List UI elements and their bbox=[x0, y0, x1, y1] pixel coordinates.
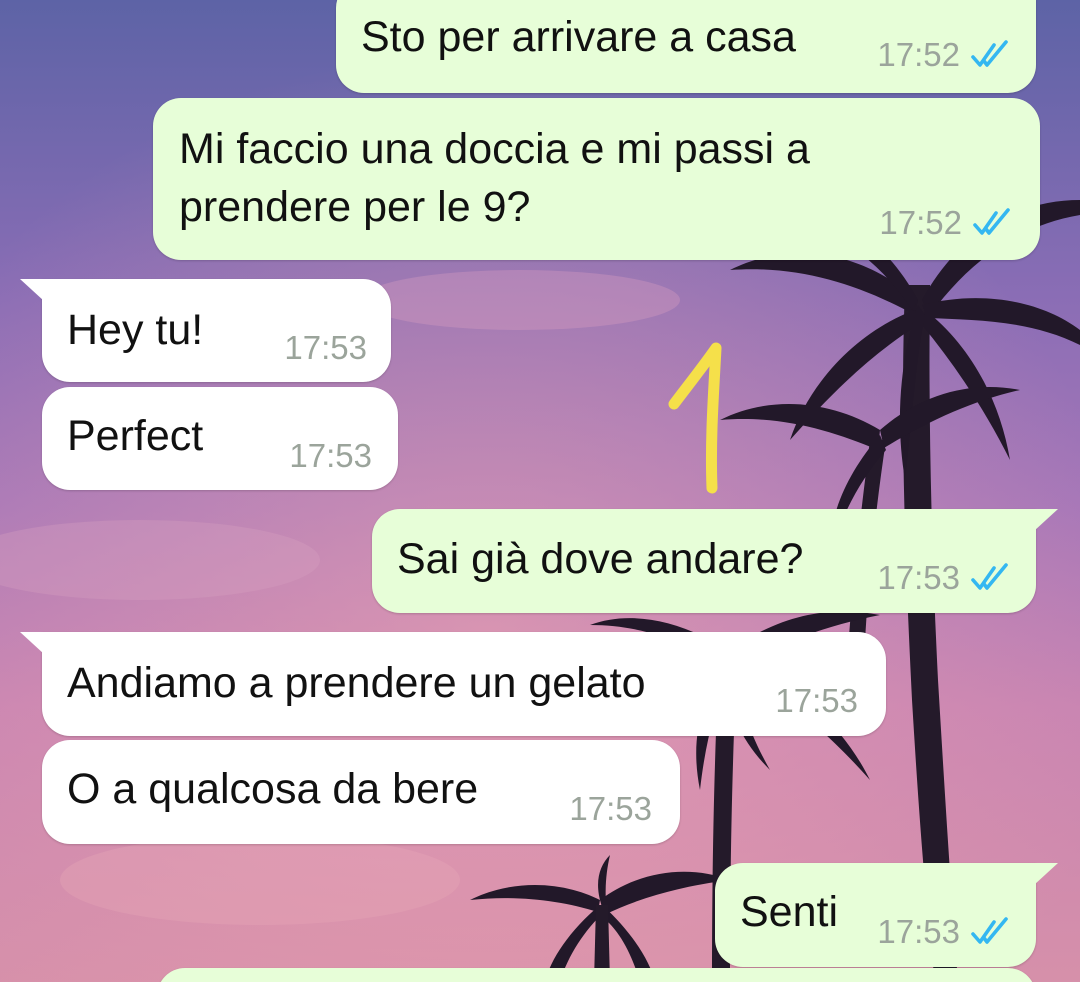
message-time: 17:53 bbox=[289, 437, 372, 474]
message-bubble-incoming[interactable]: Perfect 17:53 bbox=[42, 387, 398, 490]
message-text: Andiamo a prendere un gelato bbox=[67, 659, 646, 707]
message-bubble-outgoing[interactable]: Mi faccio una doccia e mi passi a prende… bbox=[153, 98, 1040, 260]
message-text: Sto per arrivare a casa bbox=[361, 13, 796, 61]
message-meta: 17:53 bbox=[289, 437, 372, 475]
message-bubble-outgoing[interactable]: Sto per arrivare a casa 17:52 bbox=[336, 0, 1058, 93]
message-bubble-outgoing[interactable]: Senti 17:53 bbox=[715, 863, 1058, 967]
double-check-read-icon bbox=[971, 917, 1008, 944]
double-check-read-icon bbox=[971, 563, 1008, 590]
message-meta: 17:52 bbox=[879, 204, 1018, 242]
message-meta: 17:53 bbox=[877, 559, 1016, 597]
message-time: 17:53 bbox=[569, 790, 652, 827]
message-text: Mi faccio una doccia e mi passi a prende… bbox=[179, 125, 810, 231]
message-bubble-incoming[interactable]: O a qualcosa da bere 17:53 bbox=[42, 740, 680, 844]
message-bubble-incoming[interactable]: Hey tu! 17:53 bbox=[20, 279, 391, 382]
message-text: Hey tu! bbox=[67, 306, 204, 354]
message-meta: 17:53 bbox=[877, 913, 1016, 951]
message-time: 17:53 bbox=[284, 329, 367, 366]
message-text: Senti bbox=[740, 888, 839, 936]
double-check-read-icon bbox=[971, 40, 1008, 67]
annotation-mark bbox=[668, 342, 722, 494]
message-meta: 17:52 bbox=[877, 36, 1016, 74]
message-bubble-outgoing[interactable]: Sai già dove andare? 17:53 bbox=[372, 509, 1058, 613]
message-time: 17:53 bbox=[877, 913, 960, 950]
message-bubble-outgoing-partial[interactable] bbox=[157, 968, 1036, 982]
message-text: Perfect bbox=[67, 412, 204, 460]
message-text: O a qualcosa da bere bbox=[67, 765, 479, 813]
message-bubble-incoming[interactable]: Andiamo a prendere un gelato 17:53 bbox=[20, 632, 886, 736]
message-time: 17:53 bbox=[877, 559, 960, 596]
annotation-number-one bbox=[660, 338, 740, 498]
double-check-read-icon bbox=[973, 208, 1010, 235]
message-time: 17:52 bbox=[879, 204, 962, 241]
message-text: Sai già dove andare? bbox=[397, 535, 804, 583]
message-meta: 17:53 bbox=[775, 682, 858, 720]
message-meta: 17:53 bbox=[284, 329, 367, 367]
message-meta: 17:53 bbox=[569, 790, 652, 828]
message-time: 17:53 bbox=[775, 682, 858, 719]
message-time: 17:52 bbox=[877, 36, 960, 73]
